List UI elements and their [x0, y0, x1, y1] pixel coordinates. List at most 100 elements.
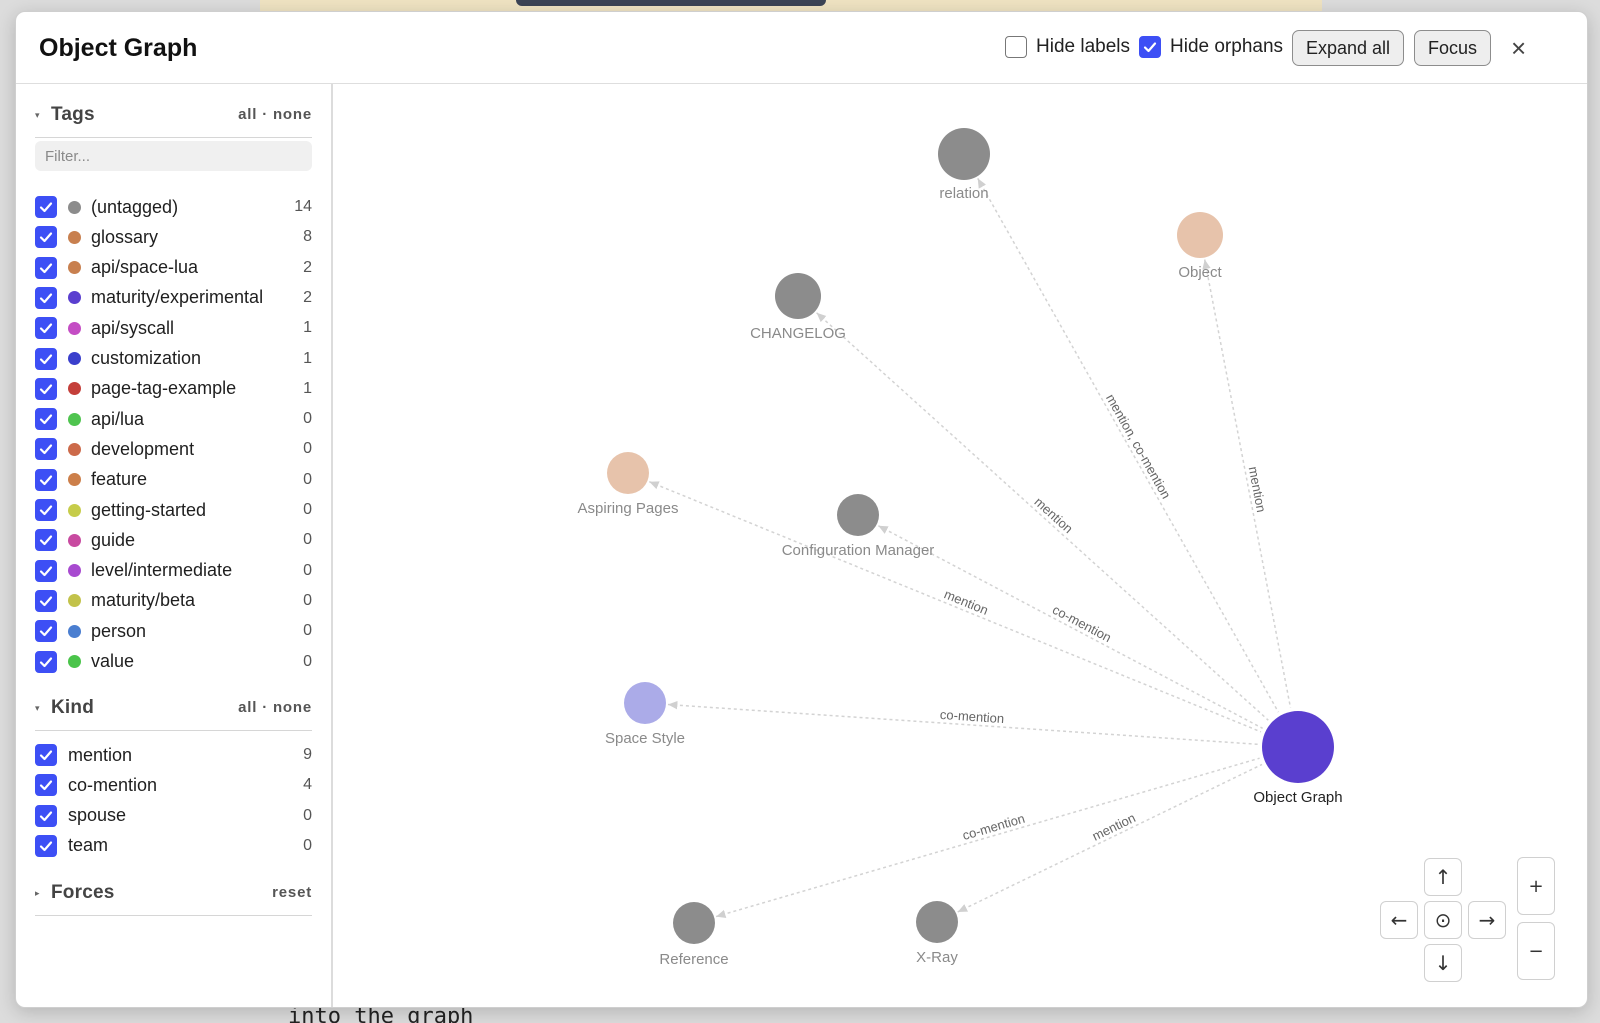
- tag-checkbox[interactable]: [35, 226, 57, 249]
- graph-node-xray[interactable]: [916, 901, 958, 943]
- kind-checkbox[interactable]: [35, 834, 57, 857]
- graph-node-objectgraph[interactable]: [1262, 711, 1334, 783]
- tag-color-dot: [68, 382, 81, 396]
- expand-triangle-icon[interactable]: ▸: [35, 888, 40, 899]
- tag-count: 0: [303, 561, 312, 579]
- tag-label: glossary: [91, 226, 159, 247]
- filter-sidebar: ▾ Tags all · none (untagged) 14 glossary8 a…: [16, 84, 333, 1007]
- kind-all-none-links[interactable]: all · none: [238, 699, 312, 716]
- kind-row[interactable]: mention 9: [35, 742, 312, 768]
- collapse-triangle-icon[interactable]: ▾: [35, 110, 40, 121]
- tag-row[interactable]: api/space-lua 2: [35, 255, 312, 281]
- forces-section-header[interactable]: ▸ Forces reset: [35, 870, 312, 916]
- kind-section-header[interactable]: ▾ Kind all · none: [35, 685, 312, 731]
- tag-checkbox[interactable]: [35, 499, 57, 521]
- tag-checkbox[interactable]: [35, 317, 57, 340]
- graph-node-changelog[interactable]: [775, 273, 821, 319]
- graph-canvas[interactable]: mention, co-mention mention mention mention…: [335, 84, 1588, 1008]
- tag-row[interactable]: development 0: [35, 436, 312, 462]
- tag-label: customization: [91, 348, 202, 368]
- tag-checkbox[interactable]: [35, 559, 57, 582]
- tag-checkbox[interactable]: [35, 620, 57, 643]
- tag-row[interactable]: glossary 8: [35, 224, 312, 250]
- tag-checkbox[interactable]: [35, 347, 57, 370]
- pan-right-button[interactable]: →: [1468, 901, 1506, 939]
- tag-checkbox[interactable]: [35, 438, 57, 461]
- tag-row[interactable]: (untagged) 14: [35, 194, 312, 220]
- tag-count: 1: [303, 319, 312, 337]
- pan-down-button[interactable]: ↓: [1424, 944, 1462, 982]
- edge-label: co-mention: [1050, 602, 1114, 645]
- tag-row[interactable]: person 0: [35, 618, 312, 644]
- close-icon[interactable]: ×: [1511, 35, 1526, 61]
- kind-row[interactable]: co-mention 4: [35, 772, 312, 798]
- node-label: Object Graph: [1253, 789, 1342, 806]
- tag-label: page-tag-example: [91, 378, 237, 399]
- tag-checkbox[interactable]: [35, 377, 57, 400]
- graph-node-config[interactable]: [837, 494, 879, 536]
- hide-labels-checkbox[interactable]: [1005, 36, 1027, 58]
- tag-label: (untagged): [91, 196, 179, 217]
- tag-checkbox[interactable]: [35, 196, 57, 218]
- tag-count: 2: [303, 258, 312, 276]
- tag-count: 0: [303, 652, 312, 670]
- tag-row[interactable]: value 0: [35, 649, 312, 675]
- graph-node-aspiring[interactable]: [607, 452, 649, 494]
- graph-node-relation[interactable]: [938, 128, 990, 180]
- pan-left-button[interactable]: ←: [1380, 901, 1418, 939]
- graph-node-spacestyle[interactable]: [624, 682, 666, 724]
- tag-row[interactable]: getting-started 0: [35, 497, 312, 523]
- tag-row[interactable]: api/syscall 1: [35, 315, 312, 341]
- kind-checkbox[interactable]: [35, 744, 57, 766]
- kind-row[interactable]: team 0: [35, 833, 312, 859]
- tags-section-header[interactable]: ▾ Tags all · none: [35, 92, 312, 138]
- hide-orphans-checkbox[interactable]: [1139, 36, 1161, 58]
- center-view-button[interactable]: ⊙: [1424, 901, 1462, 939]
- kind-row[interactable]: spouse 0: [35, 803, 312, 829]
- tag-label: api/syscall: [91, 317, 175, 338]
- tag-count: 0: [303, 410, 312, 428]
- graph-edge: [877, 525, 1263, 730]
- tag-row[interactable]: customization 1: [35, 346, 312, 372]
- tag-checkbox[interactable]: [35, 408, 57, 431]
- tag-row[interactable]: api/lua 0: [35, 406, 312, 432]
- hide-orphans-toggle[interactable]: Hide orphans: [1139, 36, 1283, 58]
- tag-checkbox[interactable]: [35, 650, 57, 673]
- tag-row[interactable]: page-tag-example 1: [35, 376, 312, 402]
- tag-count: 1: [303, 379, 312, 397]
- kind-label: team: [68, 835, 109, 856]
- tag-checkbox[interactable]: [35, 529, 57, 552]
- tag-label: person: [91, 620, 147, 641]
- graph-svg[interactable]: mention, co-mention mention mention mention…: [335, 84, 1588, 1008]
- tag-checkbox[interactable]: [35, 256, 57, 279]
- tag-row[interactable]: maturity/experimental 2: [35, 285, 312, 311]
- pan-up-button[interactable]: ↑: [1424, 858, 1462, 896]
- tag-checkbox[interactable]: [35, 468, 57, 491]
- graph-node-object[interactable]: [1177, 212, 1223, 258]
- zoom-out-button[interactable]: −: [1517, 922, 1555, 980]
- zoom-in-button[interactable]: +: [1517, 857, 1555, 915]
- tag-label: feature: [91, 469, 148, 490]
- forces-section-title: Forces: [51, 882, 115, 903]
- tags-all-none-links[interactable]: all · none: [238, 106, 312, 123]
- graph-node-reference[interactable]: [673, 902, 715, 944]
- hide-labels-toggle[interactable]: Hide labels: [1005, 36, 1130, 58]
- tag-label: getting-started: [91, 499, 207, 520]
- tag-checkbox[interactable]: [35, 589, 57, 612]
- tag-count: 14: [294, 198, 312, 215]
- tag-filter-input[interactable]: [35, 141, 312, 171]
- expand-all-button[interactable]: Expand all: [1292, 30, 1405, 66]
- kind-checkbox[interactable]: [35, 804, 57, 827]
- collapse-triangle-icon[interactable]: ▾: [35, 703, 40, 714]
- tag-row[interactable]: guide 0: [35, 527, 312, 553]
- tag-row[interactable]: maturity/beta 0: [35, 588, 312, 614]
- kind-checkbox[interactable]: [35, 774, 57, 797]
- tag-row[interactable]: feature 0: [35, 467, 312, 493]
- forces-reset-link[interactable]: reset: [272, 884, 312, 901]
- focus-button[interactable]: Focus: [1414, 30, 1492, 66]
- kind-label: spouse: [68, 805, 127, 826]
- tag-checkbox[interactable]: [35, 286, 57, 309]
- modal-header: Object Graph Hide labels Hide orphans Ex…: [16, 12, 1587, 84]
- hide-labels-label: Hide labels: [1036, 36, 1130, 57]
- tag-row[interactable]: level/intermediate 0: [35, 558, 312, 584]
